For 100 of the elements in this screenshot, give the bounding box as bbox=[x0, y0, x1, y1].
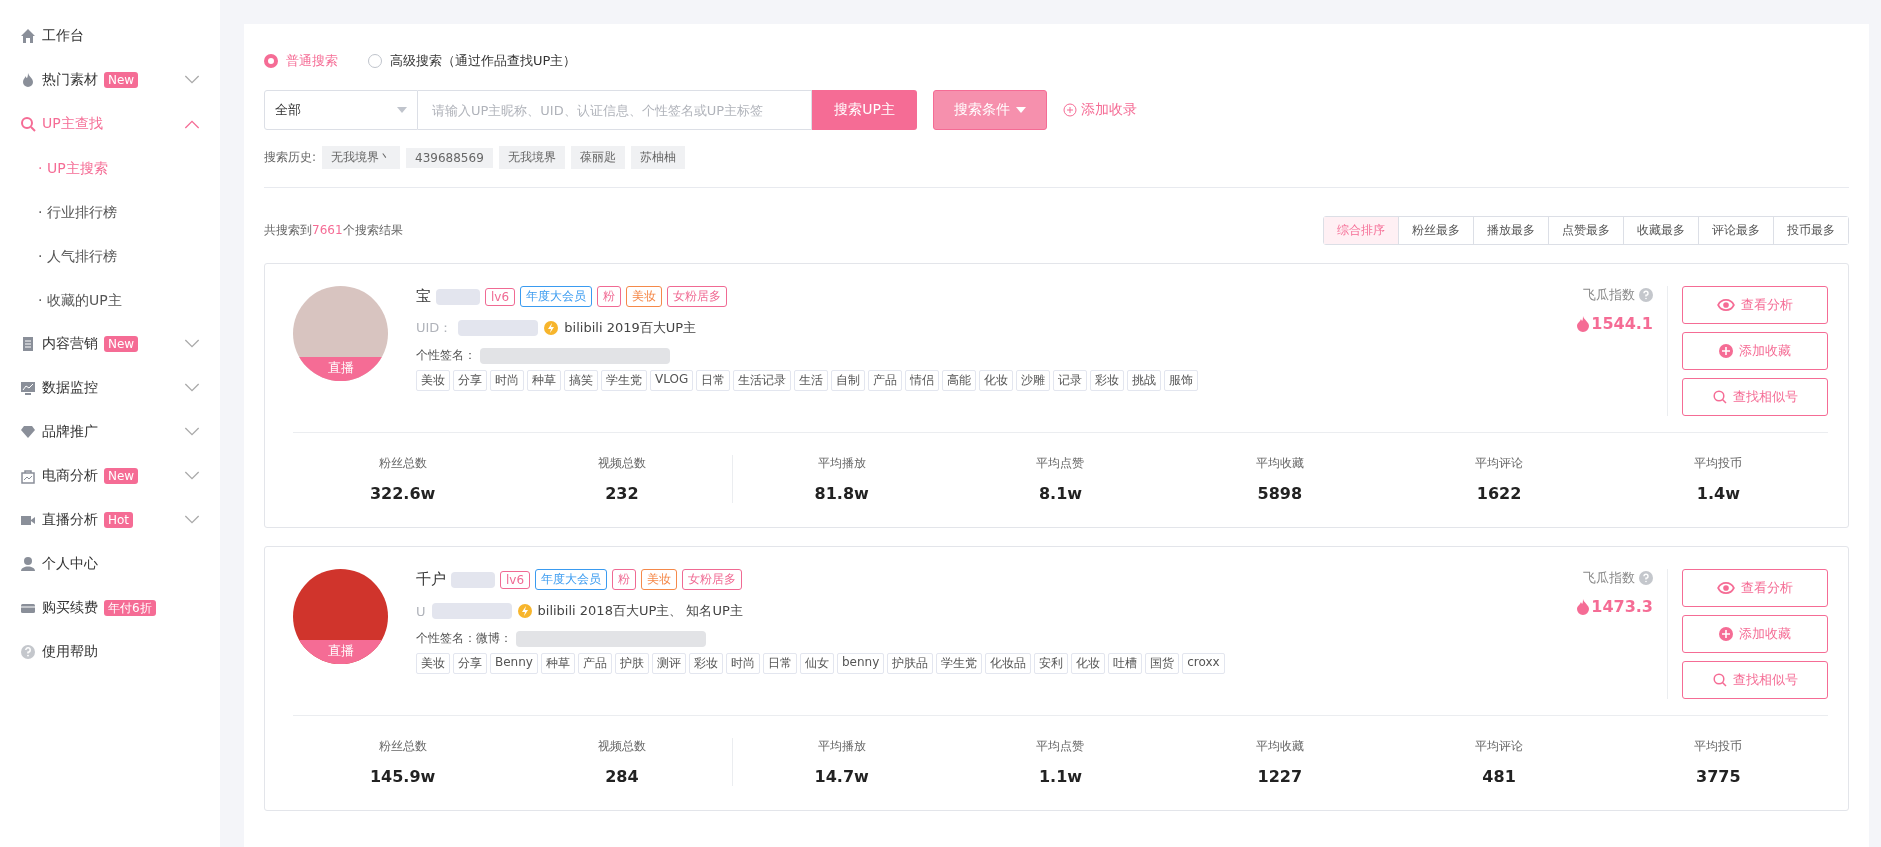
plus-circle-icon bbox=[1719, 344, 1733, 358]
submenu-item[interactable]: · 收藏的UP主 bbox=[0, 278, 220, 322]
monitor-icon bbox=[20, 380, 36, 396]
stat-value: 8.1w bbox=[1037, 484, 1084, 503]
label-tag: 时尚 bbox=[490, 370, 524, 391]
plus-circle-icon bbox=[1719, 627, 1733, 641]
caret-icon bbox=[1016, 107, 1026, 113]
scope-dropdown[interactable]: 全部 bbox=[264, 90, 418, 130]
caret-icon bbox=[397, 107, 407, 113]
tag: lv6 bbox=[485, 287, 516, 306]
plus-circle-icon bbox=[1063, 103, 1077, 117]
creator-name: 宝 bbox=[416, 287, 431, 306]
lightning-icon bbox=[517, 604, 532, 618]
fire-icon bbox=[20, 72, 36, 88]
label-tag: 学生党 bbox=[936, 653, 983, 674]
sidebar-item[interactable]: 品牌推广 bbox=[0, 410, 220, 454]
label-tag: 时尚 bbox=[725, 653, 760, 674]
sort-tab[interactable]: 投币最多 bbox=[1773, 217, 1848, 244]
stat-label: 视频总数 bbox=[596, 738, 647, 755]
badge: New bbox=[104, 336, 139, 352]
diamond-icon bbox=[20, 424, 36, 440]
submenu-item[interactable]: · 人气排行榜 bbox=[0, 234, 220, 278]
badge: Hot bbox=[104, 512, 134, 528]
label-tag: 产品 bbox=[868, 370, 903, 391]
certification: bilibili 2018百大UP主、 知名UP主 bbox=[537, 602, 743, 620]
sidebar-item[interactable]: 使用帮助 bbox=[0, 630, 220, 674]
help-icon bbox=[20, 644, 36, 660]
signature-label: 个性签名：微博： bbox=[416, 630, 512, 647]
badge: New bbox=[104, 468, 139, 484]
stat-label: 平均评论 bbox=[1474, 455, 1525, 472]
label-tag: 自制 bbox=[831, 370, 866, 391]
flame-icon bbox=[1577, 598, 1590, 615]
stat-label: 平均投币 bbox=[1693, 738, 1744, 755]
stat-label: 平均点赞 bbox=[1035, 455, 1086, 472]
uid-label: U bbox=[416, 603, 426, 619]
tag: 美妆 bbox=[641, 569, 678, 590]
stat-label: 粉丝总数 bbox=[377, 455, 428, 472]
history-chip[interactable]: 无我境界丶 bbox=[322, 146, 401, 169]
label-tag: benny bbox=[836, 653, 885, 674]
label-tag: 美妆 bbox=[416, 370, 450, 391]
submenu-item[interactable]: · 行业排行榜 bbox=[0, 190, 220, 234]
label-tag: 情侣 bbox=[905, 370, 940, 391]
label-tag: 高能 bbox=[942, 370, 977, 391]
label-tag: 护肤品 bbox=[887, 653, 934, 674]
sidebar-item[interactable]: 内容营销 New bbox=[0, 322, 220, 366]
tag: 年度大会员 bbox=[535, 569, 608, 590]
doc-icon bbox=[20, 336, 36, 352]
tag: 女粉居多 bbox=[682, 569, 743, 590]
sidebar-item[interactable]: 购买续费 年付6折 bbox=[0, 586, 220, 630]
index-value: 1473.3 bbox=[1591, 597, 1653, 616]
tag: 美妆 bbox=[626, 286, 663, 307]
label-tag: 测评 bbox=[651, 653, 686, 674]
search-icon bbox=[1712, 673, 1727, 687]
certification: bilibili 2019百大UP主 bbox=[564, 319, 697, 337]
sidebar-item[interactable]: 工作台 bbox=[0, 14, 220, 58]
tag: 女粉居多 bbox=[667, 286, 728, 307]
stat-value: 284 bbox=[604, 767, 640, 786]
stat-label: 平均点赞 bbox=[1035, 738, 1086, 755]
flame-icon bbox=[1577, 315, 1590, 332]
search-field[interactable]: 请输入UP主昵称、UID、认证信息、个性签名或UP主标签 bbox=[418, 90, 812, 130]
stat-value: 1.4w bbox=[1695, 484, 1741, 503]
sidebar-item[interactable]: 数据监控 bbox=[0, 366, 220, 410]
label-tag: 化妆 bbox=[1071, 653, 1106, 674]
label-tag: 彩妆 bbox=[688, 653, 723, 674]
label-tag: 日常 bbox=[762, 653, 797, 674]
sidebar-item[interactable]: 个人中心 bbox=[0, 542, 220, 586]
eye-icon bbox=[1717, 298, 1735, 312]
search-icon bbox=[20, 116, 36, 132]
label-tag: 护肤 bbox=[614, 653, 649, 674]
sidebar-item[interactable]: 电商分析 New bbox=[0, 454, 220, 498]
signature-label: 个性签名： bbox=[416, 347, 476, 364]
history-chip[interactable]: 无我境界 bbox=[498, 146, 565, 169]
label-tag: 产品 bbox=[577, 653, 612, 674]
search-icon bbox=[1712, 390, 1727, 404]
history-chip[interactable]: 苏柚柚 bbox=[630, 146, 685, 169]
tag: lv6 bbox=[500, 570, 531, 589]
sidebar-item[interactable]: 直播分析 Hot bbox=[0, 498, 220, 542]
help-icon bbox=[1639, 288, 1653, 302]
history-chip[interactable]: 葆丽匙 bbox=[570, 146, 625, 169]
stat-value: 1227 bbox=[1256, 767, 1304, 786]
label-tag: 挑战 bbox=[1127, 370, 1162, 391]
badge: New bbox=[104, 72, 139, 88]
stat-label: 平均收藏 bbox=[1254, 455, 1305, 472]
user-icon bbox=[20, 556, 36, 572]
stat-value: 5898 bbox=[1256, 484, 1304, 503]
label-tag: 生活 bbox=[794, 370, 829, 391]
help-icon bbox=[1639, 571, 1653, 585]
stat-label: 平均投币 bbox=[1693, 455, 1744, 472]
eye-icon bbox=[1717, 581, 1735, 595]
label-tag: 种草 bbox=[540, 653, 575, 674]
sidebar-item[interactable]: 热门素材 New bbox=[0, 58, 220, 102]
stat-value: 81.8w bbox=[813, 484, 870, 503]
stat-label: 平均评论 bbox=[1474, 738, 1525, 755]
search-mode-radio[interactable]: 高级搜索（通过作品查找UP主） bbox=[368, 52, 577, 70]
history-chip[interactable]: 439688569 bbox=[406, 147, 493, 168]
label-tag: 记录 bbox=[1053, 370, 1088, 391]
label-tag: 仙女 bbox=[799, 653, 834, 674]
label-tag: 吐槽 bbox=[1108, 653, 1143, 674]
label-tag: 沙雕 bbox=[1016, 370, 1051, 391]
label-tag: 日常 bbox=[696, 370, 731, 391]
